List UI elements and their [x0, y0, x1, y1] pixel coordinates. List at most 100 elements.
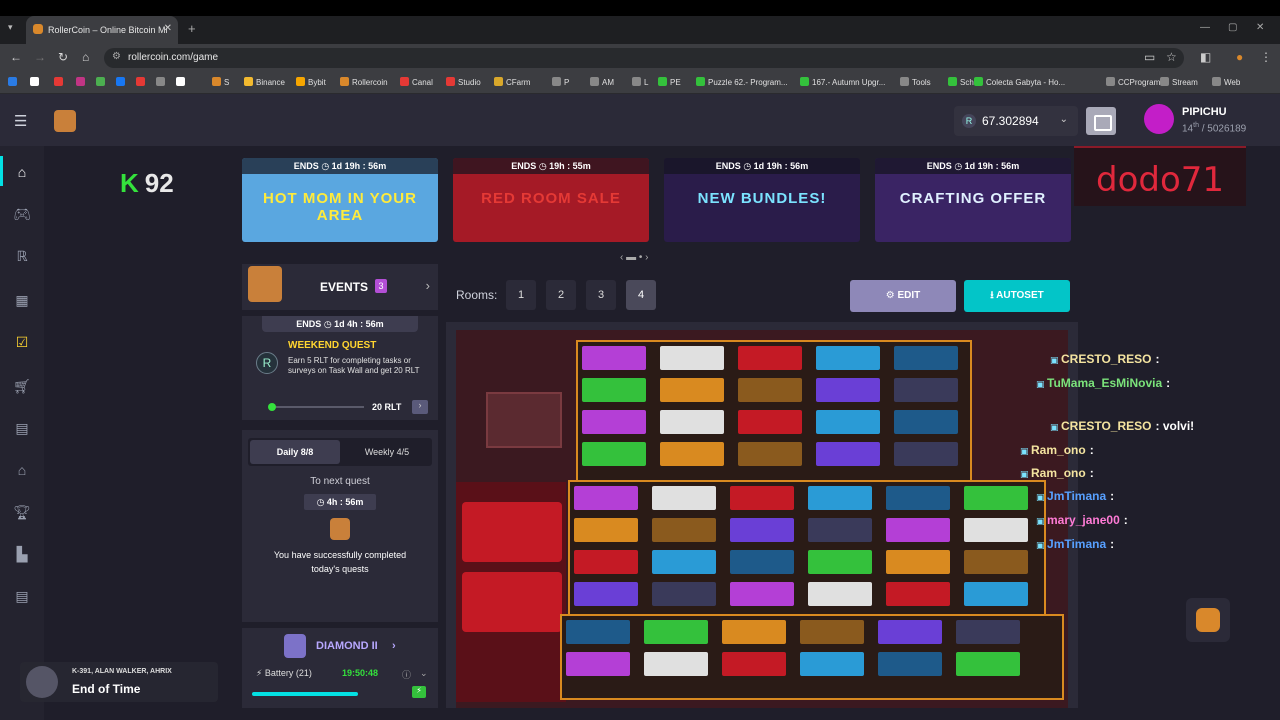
- bookmark-star-icon[interactable]: ☆: [1166, 50, 1177, 64]
- site-info-icon[interactable]: ⚙: [112, 51, 121, 62]
- city-nav-icon[interactable]: ⌂: [12, 462, 32, 480]
- miner-slot[interactable]: [800, 620, 864, 644]
- miner-slot[interactable]: [894, 346, 958, 370]
- address-bar[interactable]: ⚙ rollercoin.com/game: [104, 48, 1184, 68]
- miner-slot[interactable]: [738, 442, 802, 466]
- miner-slot[interactable]: [878, 620, 942, 644]
- rollercoin-logo[interactable]: [54, 110, 76, 132]
- tab-weekly[interactable]: Weekly 4/5: [344, 440, 430, 464]
- avatar[interactable]: [1144, 104, 1174, 134]
- miner-slot[interactable]: [894, 378, 958, 402]
- events-panel[interactable]: EVENTS 3 ›: [242, 264, 438, 310]
- back-icon[interactable]: ←: [10, 50, 22, 64]
- miner-slot[interactable]: [894, 442, 958, 466]
- news-nav-icon[interactable]: ▤: [12, 588, 32, 606]
- edit-button[interactable]: ⚙ EDIT: [850, 280, 956, 312]
- bookmark-item[interactable]: Canal: [400, 77, 433, 87]
- bookmark-favicon-icon[interactable]: [176, 77, 188, 87]
- bookmark-item[interactable]: Rollercoin: [340, 77, 388, 87]
- miner-slot[interactable]: [816, 442, 880, 466]
- miner-slot[interactable]: [660, 410, 724, 434]
- miner-slot[interactable]: [660, 378, 724, 402]
- miner-slot[interactable]: [964, 550, 1028, 574]
- promo-banner[interactable]: ENDS ◷ 1d 19h : 56m HOT MOM IN YOUR AREA: [242, 158, 438, 242]
- bookmark-favicon-icon[interactable]: [136, 77, 148, 87]
- bookmark-favicon-icon[interactable]: [96, 77, 108, 87]
- miner-slot[interactable]: [644, 652, 708, 676]
- trophy-nav-icon[interactable]: 🏆︎: [12, 504, 32, 522]
- close-tab-icon[interactable]: ✕: [164, 23, 172, 34]
- tab-list-icon[interactable]: ▾: [8, 22, 13, 33]
- miner-slot[interactable]: [964, 486, 1028, 510]
- bookmark-item[interactable]: CCProgram: [1106, 77, 1160, 87]
- ranking-nav-icon[interactable]: ▙: [12, 546, 32, 564]
- chevron-right-icon[interactable]: ›: [426, 278, 430, 293]
- room-4-button[interactable]: 4: [626, 280, 656, 310]
- home-icon[interactable]: ⌂: [82, 50, 89, 64]
- miner-slot[interactable]: [808, 486, 872, 510]
- miner-slot[interactable]: [582, 410, 646, 434]
- miner-slot[interactable]: [574, 550, 638, 574]
- games-nav-icon[interactable]: 🎮︎: [12, 206, 32, 224]
- miner-slot[interactable]: [722, 620, 786, 644]
- miner-slot[interactable]: [730, 518, 794, 542]
- miner-slot[interactable]: [956, 620, 1020, 644]
- miner-slot[interactable]: [886, 550, 950, 574]
- username[interactable]: PIPICHU: [1182, 106, 1227, 118]
- bookmark-item[interactable]: PE: [658, 77, 681, 87]
- miner-slot[interactable]: [574, 582, 638, 606]
- profile-icon[interactable]: ●: [1236, 50, 1243, 64]
- miner-slot[interactable]: [738, 346, 802, 370]
- miner-slot[interactable]: [652, 518, 716, 542]
- mining-room[interactable]: [446, 322, 1078, 708]
- bookmark-item[interactable]: P: [552, 77, 569, 87]
- bookmark-favicon-icon[interactable]: [76, 77, 88, 87]
- tab-daily[interactable]: Daily 8/8: [250, 440, 340, 464]
- room-1-button[interactable]: 1: [506, 280, 536, 310]
- league-panel[interactable]: DIAMOND II › ⚡ Battery (21) 19:50:48 ⓘ ⌄…: [242, 628, 438, 708]
- miner-slot[interactable]: [722, 652, 786, 676]
- miner-slot[interactable]: [730, 550, 794, 574]
- miner-slot[interactable]: [808, 518, 872, 542]
- miner-slot[interactable]: [886, 518, 950, 542]
- miner-slot[interactable]: [660, 442, 724, 466]
- bookmark-item[interactable]: Stream: [1160, 77, 1198, 87]
- events-nav-icon[interactable]: ▦: [12, 292, 32, 310]
- weekend-quest-card[interactable]: ENDS ◷ 1d 4h : 56m R WEEKEND QUEST Earn …: [242, 316, 438, 420]
- room-3-button[interactable]: 3: [586, 280, 616, 310]
- miner-slot[interactable]: [652, 550, 716, 574]
- install-icon[interactable]: ▭: [1144, 50, 1155, 64]
- miner-slot[interactable]: [574, 518, 638, 542]
- miner-slot[interactable]: [878, 652, 942, 676]
- bookmark-item[interactable]: Binance: [244, 77, 285, 87]
- new-tab-icon[interactable]: +: [188, 21, 196, 36]
- minimize-icon[interactable]: —: [1200, 22, 1210, 33]
- menu-icon[interactable]: ☰: [14, 112, 27, 130]
- bookmark-item[interactable]: Sch: [948, 77, 974, 87]
- bookmark-item[interactable]: CFarm: [494, 77, 530, 87]
- miner-slot[interactable]: [816, 346, 880, 370]
- miner-slot[interactable]: [566, 652, 630, 676]
- quest-go-button[interactable]: ›: [412, 400, 428, 414]
- bookmark-item[interactable]: L: [632, 77, 648, 87]
- boost-icon[interactable]: ⚡: [412, 686, 426, 698]
- miner-slot[interactable]: [886, 486, 950, 510]
- tasks-nav-icon[interactable]: ☑: [12, 334, 32, 352]
- balance-selector[interactable]: R 67.302894 ⌄: [954, 106, 1078, 136]
- store-nav-icon[interactable]: ▤: [12, 420, 32, 438]
- promo-banner[interactable]: ENDS ◷ 1d 19h : 56m NEW BUNDLES!: [664, 158, 860, 242]
- browser-menu-icon[interactable]: ⋮: [1260, 50, 1272, 64]
- bookmark-favicon-icon[interactable]: [116, 77, 128, 87]
- miner-slot[interactable]: [886, 582, 950, 606]
- miner-slot[interactable]: [582, 378, 646, 402]
- bookmark-item[interactable]: Puzzle 62.- Program...: [696, 77, 788, 87]
- bookmark-item[interactable]: Colecta Gabyta - Ho...: [974, 77, 1065, 87]
- miner-slot[interactable]: [574, 486, 638, 510]
- miner-slot[interactable]: [738, 378, 802, 402]
- bookmark-item[interactable]: Bybit: [296, 77, 326, 87]
- market-nav-icon[interactable]: 🛒︎: [12, 378, 32, 396]
- bookmark-favicon-icon[interactable]: [54, 77, 66, 87]
- miner-slot[interactable]: [816, 410, 880, 434]
- miner-slot[interactable]: [816, 378, 880, 402]
- miner-slot[interactable]: [800, 652, 864, 676]
